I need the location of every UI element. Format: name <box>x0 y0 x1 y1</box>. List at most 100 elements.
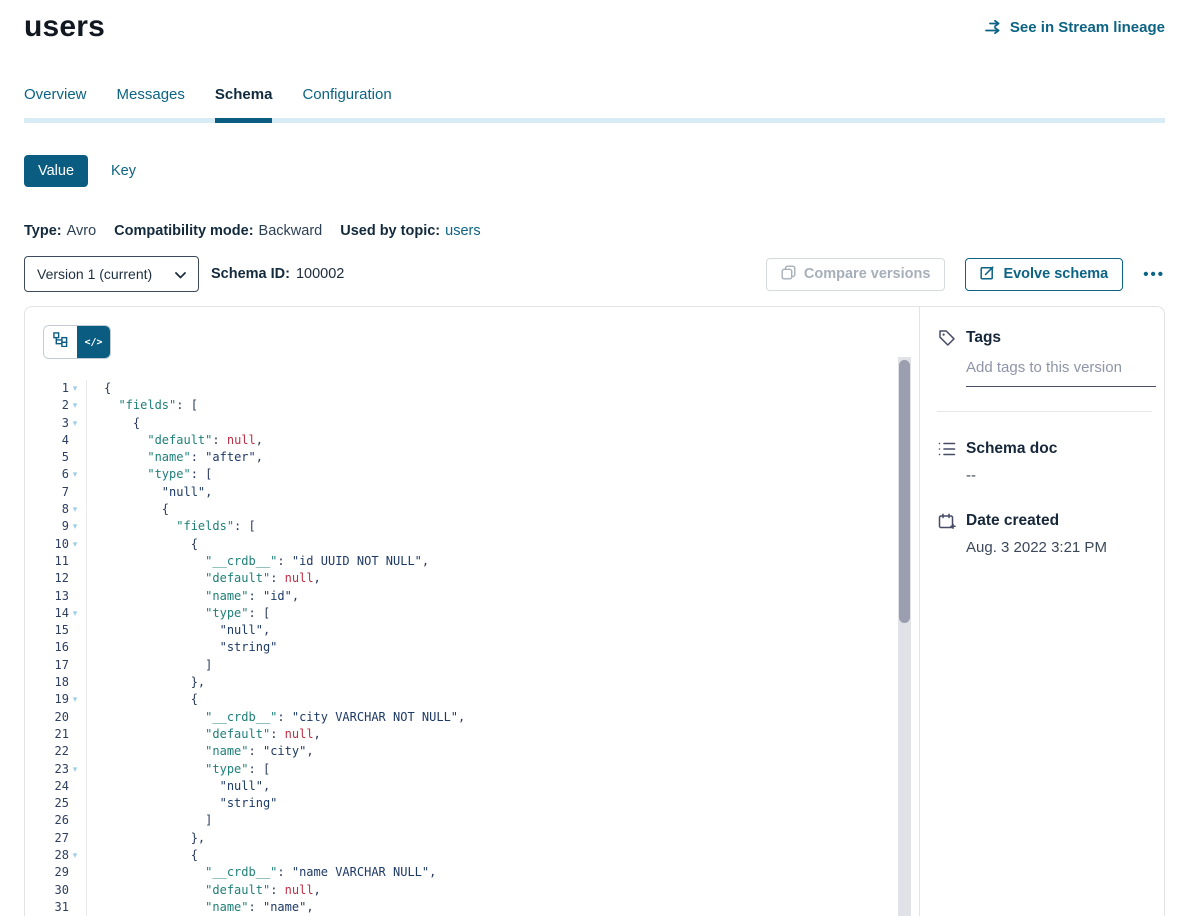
schema-doc-heading: Schema doc <box>966 440 1057 458</box>
schema-editor: </> 1▾{2▾ "fields": [3▾ {4 "default": nu… <box>25 307 919 916</box>
line-number: 12 <box>55 570 69 587</box>
schema-sidebar: Tags Schema doc <box>919 307 1164 916</box>
code-line-text: "fields": [ <box>87 518 256 535</box>
schema-doc-section: Schema doc -- <box>920 440 1164 484</box>
code-line-text: "__crdb__": "name VARCHAR NULL", <box>87 864 436 881</box>
chevron-down-icon <box>175 266 186 282</box>
code-line-text: "name": "name", <box>87 899 314 916</box>
line-number: 20 <box>55 709 69 726</box>
code-view-button[interactable]: </> <box>77 326 110 358</box>
code-line-text: "string" <box>87 639 277 656</box>
line-number: 30 <box>55 882 69 899</box>
used-by-topic-link[interactable]: users <box>445 223 480 239</box>
code-line: 11 "__crdb__": "id UUID NOT NULL", <box>25 553 919 570</box>
page-header: users See in Stream lineage <box>24 0 1165 44</box>
code-line: 29 "__crdb__": "name VARCHAR NULL", <box>25 864 919 881</box>
line-number: 1 <box>62 380 69 397</box>
code-line-text: { <box>87 415 140 432</box>
fold-toggle-icon[interactable]: ▾ <box>69 397 81 414</box>
topic-tabs: Overview Messages Schema Configuration <box>24 86 1165 123</box>
value-toggle-button[interactable]: Value <box>24 155 88 187</box>
line-number: 14 <box>55 605 69 622</box>
code-line-text: "__crdb__": "city VARCHAR NOT NULL", <box>87 709 465 726</box>
line-number: 24 <box>55 778 69 795</box>
code-line-text: "default": null, <box>87 882 321 899</box>
line-number: 15 <box>55 622 69 639</box>
fold-toggle-icon[interactable]: ▾ <box>69 605 81 622</box>
schema-meta-row: Type: Avro Compatibility mode: Backward … <box>24 223 1165 239</box>
editor-scrollbar-thumb[interactable] <box>899 360 910 623</box>
fold-toggle-icon[interactable]: ▾ <box>69 501 81 518</box>
tags-section: Tags <box>920 329 1164 387</box>
line-number: 10 <box>55 536 69 553</box>
code-line: 4 "default": null, <box>25 432 919 449</box>
code-line: 6▾ "type": [ <box>25 466 919 483</box>
compatibility-mode-label: Compatibility mode: <box>114 223 253 239</box>
fold-toggle-icon[interactable]: ▾ <box>69 380 81 397</box>
code-line: 31 "name": "name", <box>25 899 919 916</box>
version-select-value: Version 1 (current) <box>37 266 152 282</box>
code-line: 27 }, <box>25 830 919 847</box>
code-line-text: "__crdb__": "id UUID NOT NULL", <box>87 553 429 570</box>
line-number: 8 <box>62 501 69 518</box>
editor-scrollbar-track[interactable] <box>898 357 911 916</box>
code-line-text: { <box>87 380 111 397</box>
line-number: 31 <box>55 899 69 916</box>
page-title: users <box>24 10 105 44</box>
see-in-stream-lineage-link[interactable]: See in Stream lineage <box>985 19 1165 36</box>
line-number: 2 <box>62 397 69 414</box>
stream-lineage-icon <box>985 20 1003 34</box>
line-number: 25 <box>55 795 69 812</box>
code-line: 7 "null", <box>25 484 919 501</box>
schema-actions: Compare versions Evolve schema ••• <box>766 258 1165 291</box>
key-toggle-button[interactable]: Key <box>111 163 136 179</box>
line-number: 18 <box>55 674 69 691</box>
tree-view-button[interactable] <box>44 326 77 358</box>
version-select[interactable]: Version 1 (current) <box>24 256 199 292</box>
code-line-text: { <box>87 691 198 708</box>
evolve-schema-button[interactable]: Evolve schema <box>965 258 1123 291</box>
fold-toggle-icon[interactable]: ▾ <box>69 518 81 535</box>
value-key-toggle: Value Key <box>24 155 1165 187</box>
code-line-text: "null", <box>87 778 270 795</box>
stream-lineage-label: See in Stream lineage <box>1010 19 1165 36</box>
edit-schema-icon <box>980 265 995 284</box>
line-number: 3 <box>62 415 69 432</box>
code-line-text: { <box>87 501 169 518</box>
code-line: 2▾ "fields": [ <box>25 397 919 414</box>
compare-versions-button[interactable]: Compare versions <box>766 258 946 291</box>
code-line-text: "default": null, <box>87 726 321 743</box>
line-number: 5 <box>62 449 69 466</box>
tab-schema[interactable]: Schema <box>215 86 273 123</box>
date-created-section: Date created Aug. 3 2022 3:21 PM <box>920 512 1164 556</box>
code-line: 10▾ { <box>25 536 919 553</box>
fold-toggle-icon[interactable]: ▾ <box>69 761 81 778</box>
line-number: 28 <box>55 847 69 864</box>
tab-messages[interactable]: Messages <box>117 86 185 123</box>
fold-toggle-icon[interactable]: ▾ <box>69 466 81 483</box>
fold-toggle-icon[interactable]: ▾ <box>69 415 81 432</box>
code-line-text: "name": "city", <box>87 743 314 760</box>
view-toggle: </> <box>43 325 111 359</box>
fold-toggle-icon[interactable]: ▾ <box>69 847 81 864</box>
list-icon <box>938 441 956 457</box>
tab-configuration[interactable]: Configuration <box>302 86 391 123</box>
code-line-text: "null", <box>87 622 270 639</box>
fold-toggle-icon[interactable]: ▾ <box>69 691 81 708</box>
calendar-plus-icon <box>938 513 956 530</box>
schema-doc-value: -- <box>966 467 1150 484</box>
tag-icon <box>938 329 956 347</box>
code-line-text: "type": [ <box>87 761 270 778</box>
schema-id-label: Schema ID: <box>211 266 290 282</box>
add-tags-input[interactable] <box>966 347 1156 387</box>
line-number: 27 <box>55 830 69 847</box>
tab-overview[interactable]: Overview <box>24 86 87 123</box>
more-actions-button[interactable]: ••• <box>1143 266 1165 283</box>
type-value: Avro <box>67 223 97 239</box>
sidebar-divider <box>937 411 1152 412</box>
code-line: 21 "default": null, <box>25 726 919 743</box>
line-number: 4 <box>62 432 69 449</box>
code-line-text: "name": "id", <box>87 588 299 605</box>
code-line: 26 ] <box>25 812 919 829</box>
fold-toggle-icon[interactable]: ▾ <box>69 536 81 553</box>
